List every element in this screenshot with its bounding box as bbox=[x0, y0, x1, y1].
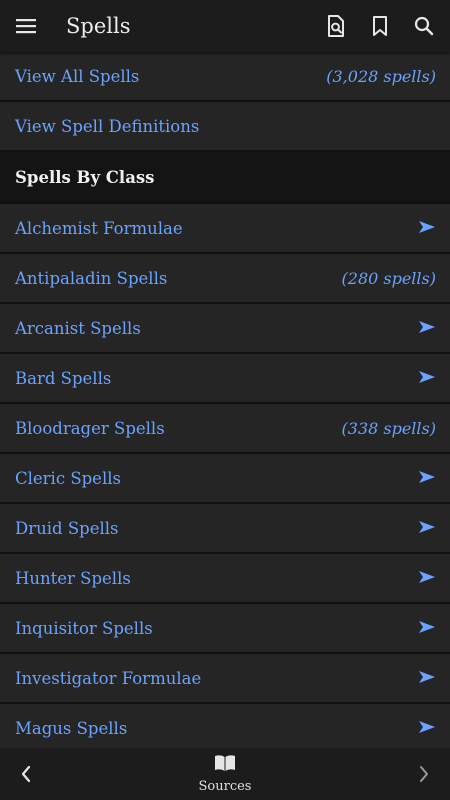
row-label: Investigator Formulae bbox=[15, 668, 202, 688]
arrow-right-icon bbox=[418, 719, 436, 738]
spell-count: (280 spells) bbox=[341, 268, 436, 288]
spell-count: (3,028 spells) bbox=[326, 66, 436, 86]
arrow-right-icon bbox=[418, 369, 436, 388]
arrow-right-icon bbox=[418, 519, 436, 538]
search-icon[interactable] bbox=[402, 0, 446, 52]
arrow-right-icon bbox=[418, 619, 436, 638]
arrow-right-icon bbox=[418, 569, 436, 588]
row-label: Cleric Spells bbox=[15, 468, 121, 488]
class-row[interactable]: Inquisitor Spells bbox=[0, 604, 450, 654]
chevron-left-icon[interactable] bbox=[0, 748, 52, 800]
class-row[interactable]: Cleric Spells bbox=[0, 454, 450, 504]
sources-label: Sources bbox=[198, 779, 252, 794]
section-header: Spells By Class bbox=[0, 152, 450, 204]
class-row[interactable]: Arcanist Spells bbox=[0, 304, 450, 354]
view-all-spells-row[interactable]: View All Spells (3,028 spells) bbox=[0, 52, 450, 102]
page-title: Spells bbox=[66, 14, 131, 38]
class-rows: Alchemist Formulae Antipaladin Spells (280… bbox=[0, 204, 450, 754]
class-row[interactable]: Bloodrager Spells (338 spells) bbox=[0, 404, 450, 454]
view-spell-definitions-row[interactable]: View Spell Definitions bbox=[0, 102, 450, 152]
spell-count: (338 spells) bbox=[341, 418, 436, 438]
class-row[interactable]: Magus Spells bbox=[0, 704, 450, 754]
arrow-right-icon bbox=[418, 219, 436, 238]
class-row[interactable]: Hunter Spells bbox=[0, 554, 450, 604]
sources-button[interactable]: Sources bbox=[198, 754, 252, 794]
arrow-right-icon bbox=[418, 319, 436, 338]
class-row[interactable]: Alchemist Formulae bbox=[0, 204, 450, 254]
arrow-right-icon bbox=[418, 669, 436, 688]
bottom-bar: Sources bbox=[0, 748, 450, 800]
chevron-right-icon[interactable] bbox=[398, 748, 450, 800]
class-row[interactable]: Investigator Formulae bbox=[0, 654, 450, 704]
row-label: Arcanist Spells bbox=[15, 318, 141, 338]
row-label: Hunter Spells bbox=[15, 568, 131, 588]
row-label: View Spell Definitions bbox=[15, 116, 200, 136]
open-book-icon bbox=[214, 754, 236, 776]
row-label: Alchemist Formulae bbox=[15, 218, 183, 238]
row-label: Inquisitor Spells bbox=[15, 618, 153, 638]
class-row[interactable]: Bard Spells bbox=[0, 354, 450, 404]
spell-list: View All Spells (3,028 spells) View Spel… bbox=[0, 52, 450, 754]
row-label: Bard Spells bbox=[15, 368, 112, 388]
class-row[interactable]: Druid Spells bbox=[0, 504, 450, 554]
row-label: Druid Spells bbox=[15, 518, 119, 538]
bookmark-icon[interactable] bbox=[358, 0, 402, 52]
arrow-right-icon bbox=[418, 469, 436, 488]
row-label: View All Spells bbox=[15, 66, 140, 86]
class-row[interactable]: Antipaladin Spells (280 spells) bbox=[0, 254, 450, 304]
row-label: Magus Spells bbox=[15, 718, 128, 738]
row-label: Bloodrager Spells bbox=[15, 418, 165, 438]
search-document-icon[interactable] bbox=[314, 0, 358, 52]
hamburger-menu-icon[interactable] bbox=[0, 0, 52, 52]
section-title: Spells By Class bbox=[15, 167, 155, 187]
row-label: Antipaladin Spells bbox=[15, 268, 168, 288]
app-bar: Spells bbox=[0, 0, 450, 52]
